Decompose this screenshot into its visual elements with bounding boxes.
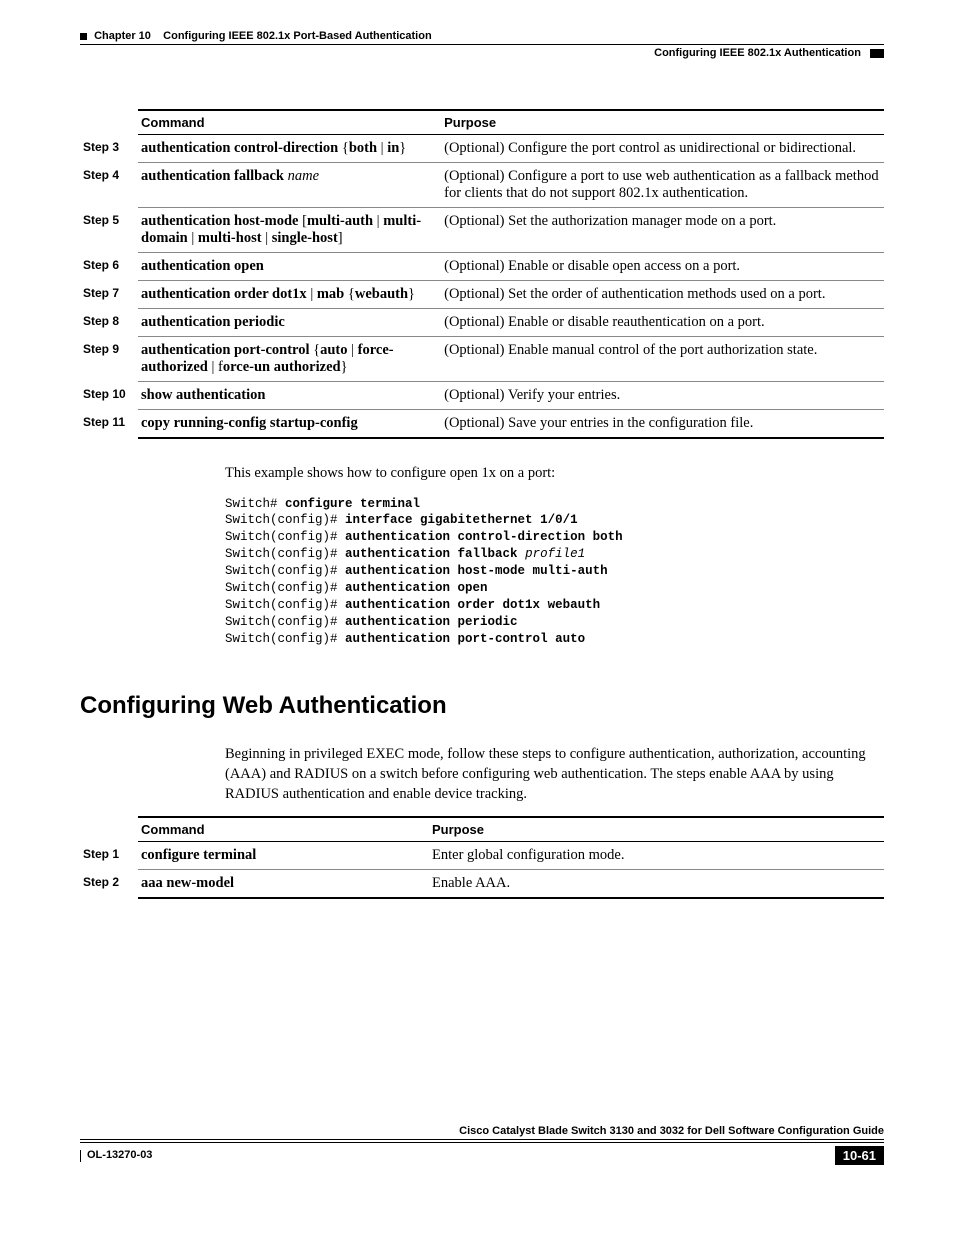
- page-number: 10-61: [835, 1146, 884, 1165]
- table-row: Step 5 authentication host-mode [multi-a…: [80, 208, 884, 253]
- step-label: Step 8: [80, 309, 138, 337]
- step-label: Step 4: [80, 163, 138, 208]
- purpose-cell: (Optional) Save your entries in the conf…: [441, 410, 884, 439]
- purpose-cell: Enable AAA.: [429, 870, 884, 899]
- command-table-1: Command Purpose Step 3 authentication co…: [80, 109, 884, 439]
- table-row: Step 11 copy running-config startup-conf…: [80, 410, 884, 439]
- command-cell: authentication periodic: [138, 309, 441, 337]
- table-row: Step 9 authentication port-control {auto…: [80, 337, 884, 382]
- table-row: Step 10 show authentication (Optional) V…: [80, 382, 884, 410]
- table-row: Step 7 authentication order dot1x | mab …: [80, 281, 884, 309]
- chapter-number: Chapter 10: [94, 30, 151, 42]
- step-label: Step 3: [80, 135, 138, 163]
- section-heading: Configuring Web Authentication: [80, 692, 884, 720]
- step-header-blank: [80, 110, 138, 135]
- table-row: Step 2 aaa new-model Enable AAA.: [80, 870, 884, 899]
- step-label: Step 2: [80, 870, 138, 899]
- command-cell: configure terminal: [138, 842, 429, 870]
- step-header-blank: [80, 817, 138, 842]
- header-marker-icon: [80, 33, 87, 40]
- step-label: Step 5: [80, 208, 138, 253]
- chapter-title: Configuring IEEE 802.1x Port-Based Authe…: [163, 30, 432, 42]
- purpose-cell: (Optional) Enable or disable reauthentic…: [441, 309, 884, 337]
- section-marker-icon: [870, 49, 884, 58]
- step-label: Step 6: [80, 253, 138, 281]
- purpose-cell: (Optional) Configure the port control as…: [441, 135, 884, 163]
- col-purpose-header: Purpose: [429, 817, 884, 842]
- table-row: Step 4 authentication fallback name (Opt…: [80, 163, 884, 208]
- command-cell: authentication host-mode [multi-auth | m…: [138, 208, 441, 253]
- command-cell: show authentication: [138, 382, 441, 410]
- purpose-cell: (Optional) Set the authorization manager…: [441, 208, 884, 253]
- table-row: Step 6 authentication open (Optional) En…: [80, 253, 884, 281]
- col-command-header: Command: [138, 817, 429, 842]
- purpose-cell: (Optional) Verify your entries.: [441, 382, 884, 410]
- command-cell: copy running-config startup-config: [138, 410, 441, 439]
- purpose-cell: (Optional) Configure a port to use web a…: [441, 163, 884, 208]
- code-example: Switch# configure terminal Switch(config…: [225, 496, 874, 648]
- col-purpose-header: Purpose: [441, 110, 884, 135]
- command-cell: authentication port-control {auto | forc…: [138, 337, 441, 382]
- section-title: Configuring IEEE 802.1x Authentication: [654, 47, 861, 59]
- footer-docid: OL-13270-03: [87, 1149, 152, 1161]
- purpose-cell: (Optional) Enable manual control of the …: [441, 337, 884, 382]
- command-cell: authentication order dot1x | mab {webaut…: [138, 281, 441, 309]
- purpose-cell: Enter global configuration mode.: [429, 842, 884, 870]
- step-label: Step 7: [80, 281, 138, 309]
- section-intro: Beginning in privileged EXEC mode, follo…: [225, 745, 874, 804]
- step-label: Step 1: [80, 842, 138, 870]
- col-command-header: Command: [138, 110, 441, 135]
- command-cell: authentication fallback name: [138, 163, 441, 208]
- purpose-cell: (Optional) Enable or disable open access…: [441, 253, 884, 281]
- table-row: Step 3 authentication control-direction …: [80, 135, 884, 163]
- table-row: Step 1 configure terminal Enter global c…: [80, 842, 884, 870]
- step-label: Step 11: [80, 410, 138, 439]
- footer-guide-title: Cisco Catalyst Blade Switch 3130 and 303…: [80, 1125, 884, 1140]
- example-intro: This example shows how to configure open…: [225, 464, 874, 484]
- table-row: Step 8 authentication periodic (Optional…: [80, 309, 884, 337]
- chapter-header: Chapter 10 Configuring IEEE 802.1x Port-…: [80, 30, 884, 45]
- command-table-2: Command Purpose Step 1 configure termina…: [80, 816, 884, 899]
- purpose-cell: (Optional) Set the order of authenticati…: [441, 281, 884, 309]
- command-cell: authentication open: [138, 253, 441, 281]
- step-label: Step 10: [80, 382, 138, 410]
- command-cell: authentication control-direction {both |…: [138, 135, 441, 163]
- step-label: Step 9: [80, 337, 138, 382]
- section-header: Configuring IEEE 802.1x Authentication: [80, 47, 884, 59]
- page-footer: Cisco Catalyst Blade Switch 3130 and 303…: [80, 1125, 884, 1165]
- command-cell: aaa new-model: [138, 870, 429, 899]
